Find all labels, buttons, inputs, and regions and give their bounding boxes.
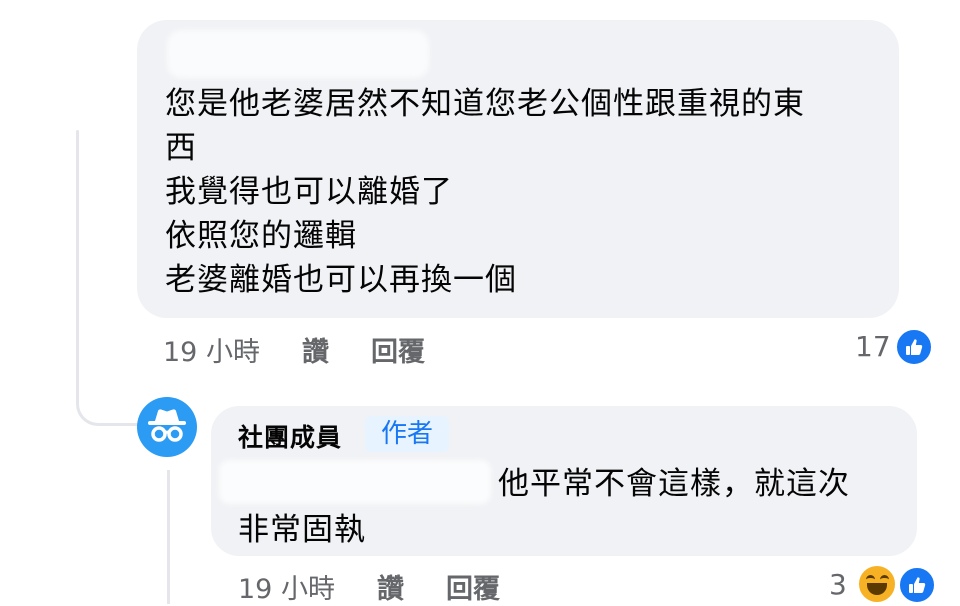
comment-bubble: 您是他老婆居然不知道您老公個性跟重視的東 西 我覺得也可以離婚了 依照您的邏輯 …	[137, 20, 899, 318]
reply-button[interactable]: 回覆	[446, 567, 500, 606]
like-icon[interactable]	[897, 565, 937, 605]
reply-button[interactable]: 回覆	[371, 330, 425, 369]
reply-text-line: 非常固執	[238, 512, 366, 548]
like-button[interactable]: 讚	[377, 567, 404, 606]
anonymous-icon	[148, 409, 186, 442]
redacted-mention	[219, 460, 491, 504]
comment-text: 您是他老婆居然不知道您老公個性跟重視的東 西 我覺得也可以離婚了 依照您的邏輯 …	[165, 86, 805, 298]
reply-bubble: 社團成員 作者 他平常不會這樣，就這次 非常固執	[211, 406, 917, 556]
reply-text-line: 他平常不會這樣，就這次	[498, 466, 850, 502]
reaction-count[interactable]: 3	[829, 568, 847, 601]
comment-actions: 19 小時 讚 回覆	[163, 330, 467, 369]
reaction-count[interactable]: 17	[855, 330, 891, 363]
reply-timestamp[interactable]: 19 小時	[238, 567, 335, 606]
anonymous-avatar[interactable]	[137, 397, 197, 457]
reply-thread-line	[167, 470, 170, 604]
author-badge: 作者	[365, 416, 450, 452]
redacted-commenter-name	[167, 30, 429, 78]
like-icon[interactable]	[894, 327, 934, 367]
comment-timestamp[interactable]: 19 小時	[163, 330, 260, 369]
thread-line	[76, 130, 79, 402]
like-button[interactable]: 讚	[302, 330, 329, 369]
author-name[interactable]: 社團成員	[238, 418, 342, 454]
haha-icon[interactable]	[856, 563, 898, 605]
reply-actions: 19 小時 讚 回覆	[238, 567, 542, 606]
